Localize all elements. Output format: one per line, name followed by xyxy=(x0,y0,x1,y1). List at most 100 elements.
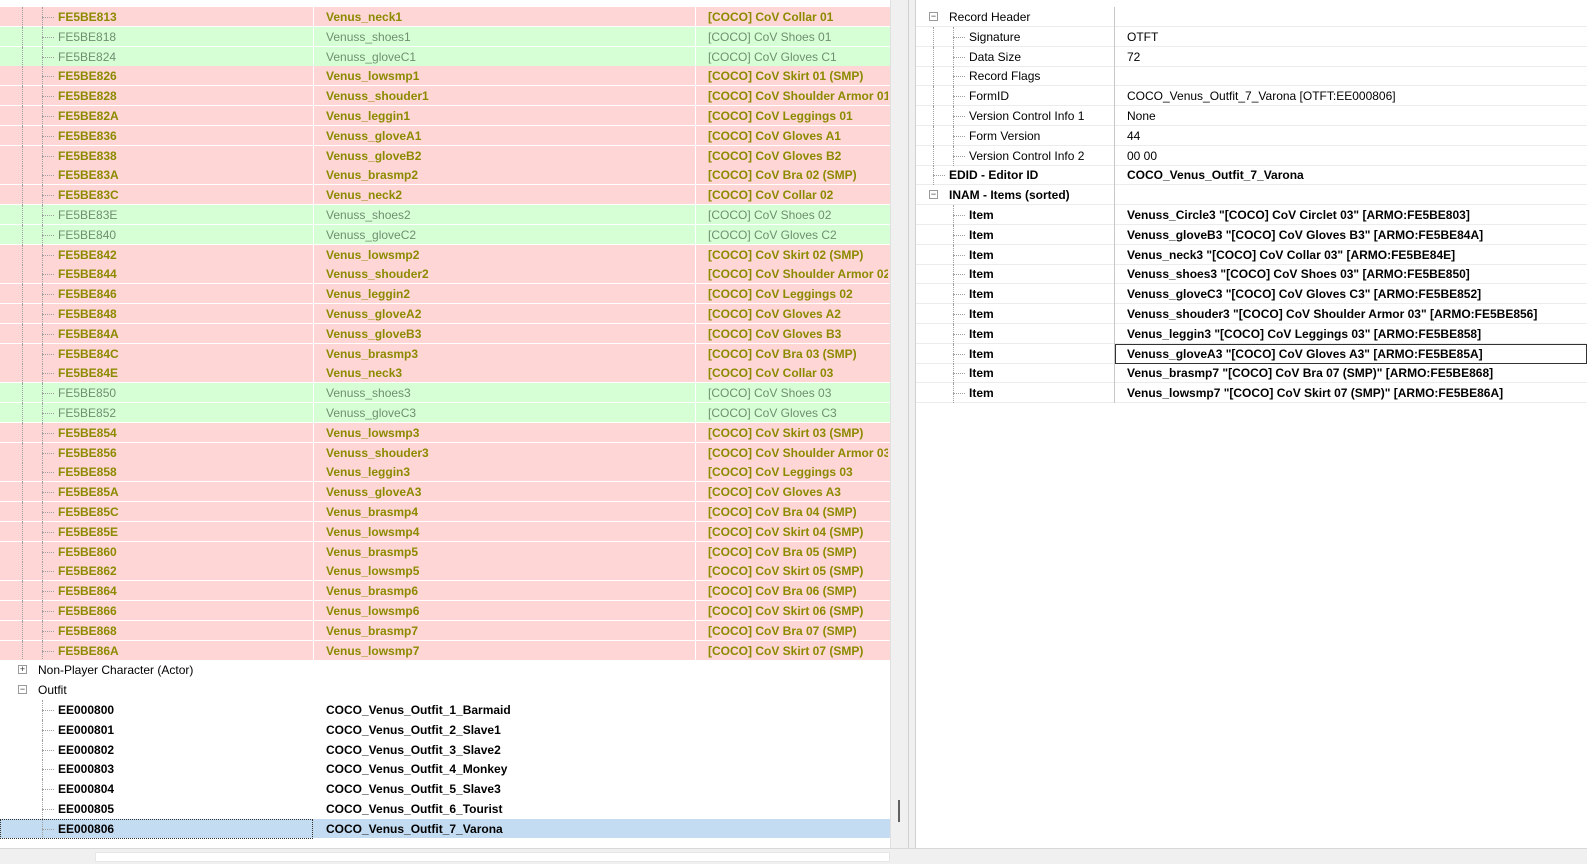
tree-line xyxy=(933,126,934,146)
armor-record-row[interactable]: FE5BE85C Venus_brasmp4 [COCO] CoV Bra 04 (… xyxy=(0,502,890,522)
armor-record-row[interactable]: FE5BE842 Venus_lowsmp2 [COCO] CoV Skirt 02… xyxy=(0,245,890,265)
header-field-row[interactable]: Version Control Info 1 None xyxy=(916,106,1587,126)
armor-record-row[interactable]: FE5BE860 Venus_brasmp5 [COCO] CoV Bra 05 (… xyxy=(0,542,890,562)
inam-item-row[interactable]: Item Venuss_gloveA3 "[COCO] CoV Gloves A3… xyxy=(916,344,1587,364)
inam-row[interactable]: − INAM - Items (sorted) xyxy=(916,185,1587,205)
armor-record-row[interactable]: FE5BE854 Venus_lowsmp3 [COCO] CoV Skirt 03… xyxy=(0,423,890,443)
armor-record-row[interactable]: FE5BE844 Venuss_shouder2 [COCO] CoV Should… xyxy=(0,264,890,284)
tree-line xyxy=(42,571,54,572)
armor-record-row[interactable]: FE5BE858 Venus_leggin3 [COCO] CoV Leggings… xyxy=(0,462,890,482)
column-separator xyxy=(695,86,696,106)
header-field-row[interactable]: Signature OTFT xyxy=(916,27,1587,47)
armor-record-row[interactable]: FE5BE83C Venus_neck2 [COCO] CoV Collar 02 xyxy=(0,185,890,205)
armor-record-row[interactable]: FE5BE846 Venus_leggin2 [COCO] CoV Leggings… xyxy=(0,284,890,304)
editor-id-cell: Venus_brasmp3 xyxy=(326,347,419,361)
armor-record-row[interactable]: FE5BE848 Venuss_gloveA2 [COCO] CoV Gloves … xyxy=(0,304,890,324)
collapse-icon[interactable]: − xyxy=(929,190,938,199)
header-field-row[interactable]: Form Version 44 xyxy=(916,126,1587,146)
armor-record-row[interactable]: FE5BE84C Venus_brasmp3 [COCO] CoV Bra 03 (… xyxy=(0,344,890,364)
column-separator xyxy=(1114,146,1115,166)
editor-id-cell: Venuss_gloveB2 xyxy=(326,149,422,163)
header-field-row[interactable]: Data Size 72 xyxy=(916,47,1587,67)
armor-record-row[interactable]: FE5BE86A Venus_lowsmp7 [COCO] CoV Skirt 07… xyxy=(0,641,890,661)
inam-item-row[interactable]: Item Venuss_gloveB3 "[COCO] CoV Gloves B3… xyxy=(916,225,1587,245)
tree-line xyxy=(22,581,23,601)
armor-record-row[interactable]: FE5BE836 Venuss_gloveA1 [COCO] CoV Gloves … xyxy=(0,126,890,146)
outfit-record-row[interactable]: EE000801 COCO_Venus_Outfit_2_Slave1 xyxy=(0,720,890,740)
header-field-row[interactable]: Record Flags xyxy=(916,66,1587,86)
record-tree-scrollbar[interactable] xyxy=(890,0,908,848)
column-separator xyxy=(313,146,314,166)
expander-icon[interactable]: + xyxy=(18,665,27,674)
column-separator xyxy=(313,601,314,621)
inam-item-row[interactable]: Item Venus_leggin3 "[COCO] CoV Leggings 0… xyxy=(916,324,1587,344)
group-npc[interactable]: + Non-Player Character (Actor) xyxy=(0,660,890,680)
inam-item-row[interactable]: Item Venuss_Circle3 "[COCO] CoV Circlet 0… xyxy=(916,205,1587,225)
armor-record-row[interactable]: FE5BE866 Venus_lowsmp6 [COCO] CoV Skirt 06… xyxy=(0,601,890,621)
outfit-record-row[interactable]: EE000805 COCO_Venus_Outfit_6_Tourist xyxy=(0,799,890,819)
armor-record-row[interactable]: FE5BE85E Venus_lowsmp4 [COCO] CoV Skirt 04… xyxy=(0,522,890,542)
armor-record-row[interactable]: FE5BE84A Venuss_gloveB3 [COCO] CoV Gloves … xyxy=(0,324,890,344)
inam-item-row[interactable]: Item Venuss_shoes3 "[COCO] CoV Shoes 03" … xyxy=(916,264,1587,284)
header-field-row[interactable]: FormID COCO_Venus_Outfit_7_Varona [OTFT:E… xyxy=(916,86,1587,106)
armor-record-row[interactable]: FE5BE824 Venuss_gloveC1 [COCO] CoV Gloves … xyxy=(0,47,890,67)
bottom-scrollbar-area xyxy=(0,848,1587,864)
outfit-record-row[interactable]: EE000800 COCO_Venus_Outfit_1_Barmaid xyxy=(0,700,890,720)
column-separator xyxy=(313,245,314,265)
tree-line xyxy=(953,255,965,256)
horizontal-scrollbar[interactable] xyxy=(95,852,890,862)
column-separator xyxy=(313,126,314,146)
armor-record-row[interactable]: FE5BE826 Venus_lowsmp1 [COCO] CoV Skirt 01… xyxy=(0,66,890,86)
armor-record-row[interactable]: FE5BE840 Venuss_gloveC2 [COCO] CoV Gloves … xyxy=(0,225,890,245)
record-details-view[interactable]: − Record Header Signature OTFT Data Size 72 Re… xyxy=(916,0,1587,848)
tree-line xyxy=(22,106,23,126)
expander-icon[interactable]: − xyxy=(18,685,27,694)
armor-record-row[interactable]: FE5BE85A Venuss_gloveA3 [COCO] CoV Gloves … xyxy=(0,482,890,502)
inam-item-row[interactable]: Item Venuss_shouder3 "[COCO] CoV Shoulder… xyxy=(916,304,1587,324)
armor-record-row[interactable]: FE5BE818 Venuss_shoes1 [COCO] CoV Shoes 01 xyxy=(0,27,890,47)
armor-record-row[interactable]: FE5BE838 Venuss_gloveB2 [COCO] CoV Gloves … xyxy=(0,146,890,166)
outfit-record-row[interactable]: EE000806 COCO_Venus_Outfit_7_Varona xyxy=(0,819,890,839)
armor-record-row[interactable]: FE5BE83A Venus_brasmp2 [COCO] CoV Bra 02 (… xyxy=(0,165,890,185)
column-separator xyxy=(313,165,314,185)
record-header-row[interactable]: − Record Header xyxy=(916,7,1587,27)
formid-cell: FE5BE84E xyxy=(58,366,119,380)
edid-row[interactable]: EDID - Editor ID COCO_Venus_Outfit_7_Varo… xyxy=(916,165,1587,185)
field-value: Venuss_shoes3 "[COCO] CoV Shoes 03" [ARM… xyxy=(1127,267,1470,281)
tree-line xyxy=(953,274,965,275)
armor-record-row[interactable]: FE5BE828 Venuss_shouder1 [COCO] CoV Should… xyxy=(0,86,890,106)
header-field-row[interactable]: Version Control Info 2 00 00 xyxy=(916,146,1587,166)
editor-id-cell: Venus_lowsmp1 xyxy=(326,69,420,83)
record-tree-view[interactable]: FE5BE813 Venus_neck1 [COCO] CoV Collar 01 F… xyxy=(0,0,890,848)
column-separator xyxy=(313,324,314,344)
inam-item-row[interactable]: Item Venus_neck3 "[COCO] CoV Collar 03" [… xyxy=(916,245,1587,265)
outfit-record-row[interactable]: EE000804 COCO_Venus_Outfit_5_Slave3 xyxy=(0,779,890,799)
editor-id-cell: COCO_Venus_Outfit_4_Monkey xyxy=(326,762,508,776)
column-separator xyxy=(1114,185,1115,205)
armor-record-row[interactable]: FE5BE852 Venuss_gloveC3 [COCO] CoV Gloves … xyxy=(0,403,890,423)
armor-record-row[interactable]: FE5BE868 Venus_brasmp7 [COCO] CoV Bra 07 (… xyxy=(0,621,890,641)
inam-item-row[interactable]: Item Venus_brasmp7 "[COCO] CoV Bra 07 (SM… xyxy=(916,363,1587,383)
pane-splitter[interactable] xyxy=(908,0,916,864)
armor-record-row[interactable]: FE5BE84E Venus_neck3 [COCO] CoV Collar 03 xyxy=(0,363,890,383)
collapse-icon[interactable]: − xyxy=(929,12,938,21)
column-separator xyxy=(695,344,696,364)
tree-line xyxy=(22,205,23,225)
armor-record-row[interactable]: FE5BE864 Venus_brasmp6 [COCO] CoV Bra 06 (… xyxy=(0,581,890,601)
armor-record-row[interactable]: FE5BE856 Venuss_shouder3 [COCO] CoV Should… xyxy=(0,443,890,463)
scrollbar-thumb[interactable] xyxy=(898,800,900,822)
armor-record-row[interactable]: FE5BE82A Venus_leggin1 [COCO] CoV Leggings… xyxy=(0,106,890,126)
inam-item-row[interactable]: Item Venus_lowsmp7 "[COCO] CoV Skirt 07 (… xyxy=(916,383,1587,403)
editor-id-cell: Venus_lowsmp3 xyxy=(326,426,420,440)
armor-record-row[interactable]: FE5BE862 Venus_lowsmp5 [COCO] CoV Skirt 05… xyxy=(0,561,890,581)
armor-record-row[interactable]: FE5BE850 Venuss_shoes3 [COCO] CoV Shoes 03 xyxy=(0,383,890,403)
field-value: 72 xyxy=(1127,50,1141,64)
outfit-record-row[interactable]: EE000803 COCO_Venus_Outfit_4_Monkey xyxy=(0,759,890,779)
inam-item-row[interactable]: Item Venuss_gloveC3 "[COCO] CoV Gloves C3… xyxy=(916,284,1587,304)
formid-cell: EE000802 xyxy=(58,743,115,757)
column-separator xyxy=(695,264,696,284)
group-outfit[interactable]: − Outfit xyxy=(0,680,890,700)
armor-record-row[interactable]: FE5BE813 Venus_neck1 [COCO] CoV Collar 01 xyxy=(0,7,890,27)
outfit-record-row[interactable]: EE000802 COCO_Venus_Outfit_3_Slave2 xyxy=(0,740,890,760)
armor-record-row[interactable]: FE5BE83E Venuss_shoes2 [COCO] CoV Shoes 02 xyxy=(0,205,890,225)
